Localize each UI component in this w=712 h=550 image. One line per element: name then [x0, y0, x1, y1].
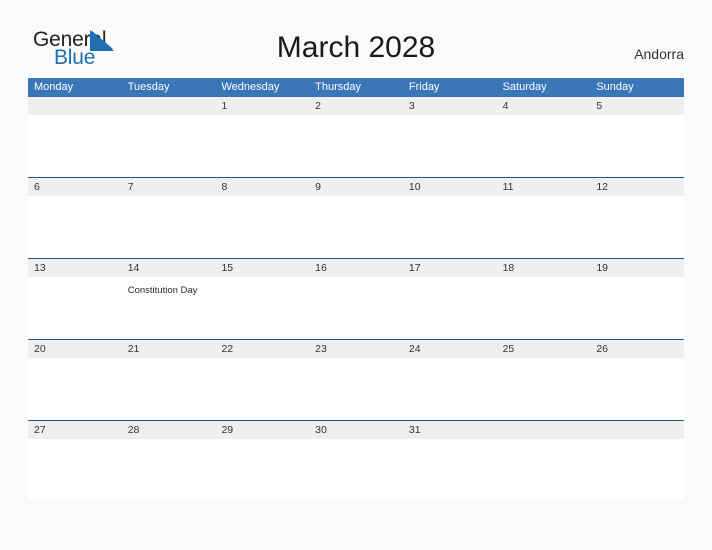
- date-number[interactable]: 22: [215, 340, 309, 358]
- date-number[interactable]: 10: [403, 178, 497, 196]
- day-cell[interactable]: [121, 358, 216, 420]
- day-cell[interactable]: [309, 358, 403, 420]
- day-cell[interactable]: [402, 277, 497, 339]
- weekday-header-saturday: Saturday: [502, 81, 547, 93]
- day-cell[interactable]: [121, 115, 216, 177]
- day-cell[interactable]: [496, 115, 591, 177]
- day-cell[interactable]: [309, 115, 403, 177]
- weekday-header-sunday: Sunday: [596, 81, 634, 93]
- date-number[interactable]: 12: [590, 178, 684, 196]
- day-cell[interactable]: [215, 115, 310, 177]
- day-cell[interactable]: [215, 277, 310, 339]
- weekday-header-friday: Friday: [408, 81, 440, 93]
- weekday-header-wednesday: Wednesday: [221, 81, 280, 93]
- date-number[interactable]: 15: [215, 259, 309, 277]
- date-number[interactable]: 6: [28, 178, 122, 196]
- week-event-band: Constitution Day: [28, 277, 685, 339]
- day-cell[interactable]: [590, 358, 685, 420]
- day-cell[interactable]: [402, 439, 497, 501]
- date-number[interactable]: 5: [590, 97, 684, 115]
- weekday-header-row: Monday Tuesday Wednesday Thursday Friday…: [28, 78, 684, 97]
- week-row: 27 28 29 30 31: [28, 420, 685, 501]
- day-cell[interactable]: [28, 277, 122, 339]
- date-number[interactable]: 8: [215, 178, 309, 196]
- week-row: 1 2 3 4 5: [28, 97, 685, 177]
- date-number[interactable]: 9: [309, 178, 403, 196]
- date-number[interactable]: [122, 97, 216, 115]
- day-cell[interactable]: [215, 358, 310, 420]
- event-label: Constitution Day: [127, 285, 198, 296]
- date-number[interactable]: 25: [497, 340, 591, 358]
- weekday-header-monday: Monday: [34, 81, 74, 93]
- week-date-band: 13 14 15 16 17 18 19: [28, 259, 684, 277]
- date-number[interactable]: 28: [122, 421, 216, 439]
- date-number[interactable]: 3: [403, 97, 497, 115]
- week-date-band: 1 2 3 4 5: [28, 97, 684, 115]
- week-row: 13 14 15 16 17 18 19 Constitution Day: [28, 258, 685, 339]
- date-number[interactable]: 17: [403, 259, 497, 277]
- day-cell[interactable]: [215, 439, 310, 501]
- weekday-header-tuesday: Tuesday: [127, 81, 170, 93]
- date-number[interactable]: 11: [497, 178, 591, 196]
- week-row: 20 21 22 23 24 25 26: [28, 339, 685, 420]
- week-event-band: [28, 196, 685, 258]
- date-number[interactable]: [28, 97, 122, 115]
- day-cell[interactable]: [28, 358, 122, 420]
- day-cell[interactable]: [309, 277, 403, 339]
- page-header: General Blue March 2028 Andorra: [0, 0, 712, 78]
- date-number[interactable]: 26: [590, 340, 684, 358]
- date-number[interactable]: 4: [497, 97, 591, 115]
- week-event-band: [28, 358, 685, 420]
- week-date-band: 20 21 22 23 24 25 26: [28, 340, 684, 358]
- day-cell[interactable]: [121, 439, 216, 501]
- date-number[interactable]: 14: [122, 259, 216, 277]
- date-number[interactable]: 20: [28, 340, 122, 358]
- date-number[interactable]: 16: [309, 259, 403, 277]
- day-cell[interactable]: [402, 196, 497, 258]
- date-number[interactable]: 7: [122, 178, 216, 196]
- day-cell[interactable]: [402, 358, 497, 420]
- day-cell[interactable]: [402, 115, 497, 177]
- day-cell[interactable]: Constitution Day: [121, 277, 216, 339]
- day-cell[interactable]: [496, 277, 591, 339]
- week-date-band: 27 28 29 30 31: [28, 421, 684, 439]
- week-event-band: [28, 439, 685, 501]
- date-number[interactable]: 27: [28, 421, 122, 439]
- week-row: 6 7 8 9 10 11 12: [28, 177, 685, 258]
- date-number[interactable]: 2: [309, 97, 403, 115]
- day-cell[interactable]: [496, 358, 591, 420]
- date-number[interactable]: [497, 421, 591, 439]
- calendar-grid: Monday Tuesday Wednesday Thursday Friday…: [28, 78, 685, 501]
- weekday-header-thursday: Thursday: [315, 81, 362, 93]
- day-cell[interactable]: [590, 277, 685, 339]
- date-number[interactable]: 23: [309, 340, 403, 358]
- date-number[interactable]: 18: [497, 259, 591, 277]
- week-event-band: [28, 115, 685, 177]
- calendar-page: General Blue March 2028 Andorra Monday T…: [0, 0, 712, 550]
- date-number[interactable]: 19: [590, 259, 684, 277]
- date-number[interactable]: 1: [215, 97, 309, 115]
- day-cell[interactable]: [590, 439, 685, 501]
- day-cell[interactable]: [28, 115, 122, 177]
- day-cell[interactable]: [309, 196, 403, 258]
- country-label: Andorra: [634, 46, 684, 62]
- date-number[interactable]: 31: [403, 421, 497, 439]
- day-cell[interactable]: [28, 196, 122, 258]
- date-number[interactable]: [590, 421, 684, 439]
- day-cell[interactable]: [590, 115, 685, 177]
- date-number[interactable]: 30: [309, 421, 403, 439]
- day-cell[interactable]: [28, 439, 122, 501]
- date-number[interactable]: 21: [122, 340, 216, 358]
- week-date-band: 6 7 8 9 10 11 12: [28, 178, 684, 196]
- day-cell[interactable]: [496, 439, 591, 501]
- day-cell[interactable]: [496, 196, 591, 258]
- page-title: March 2028: [276, 31, 436, 64]
- day-cell[interactable]: [590, 196, 685, 258]
- date-number[interactable]: 29: [215, 421, 309, 439]
- day-cell[interactable]: [215, 196, 310, 258]
- day-cell[interactable]: [121, 196, 216, 258]
- day-cell[interactable]: [309, 439, 403, 501]
- date-number[interactable]: 13: [28, 259, 122, 277]
- date-number[interactable]: 24: [403, 340, 497, 358]
